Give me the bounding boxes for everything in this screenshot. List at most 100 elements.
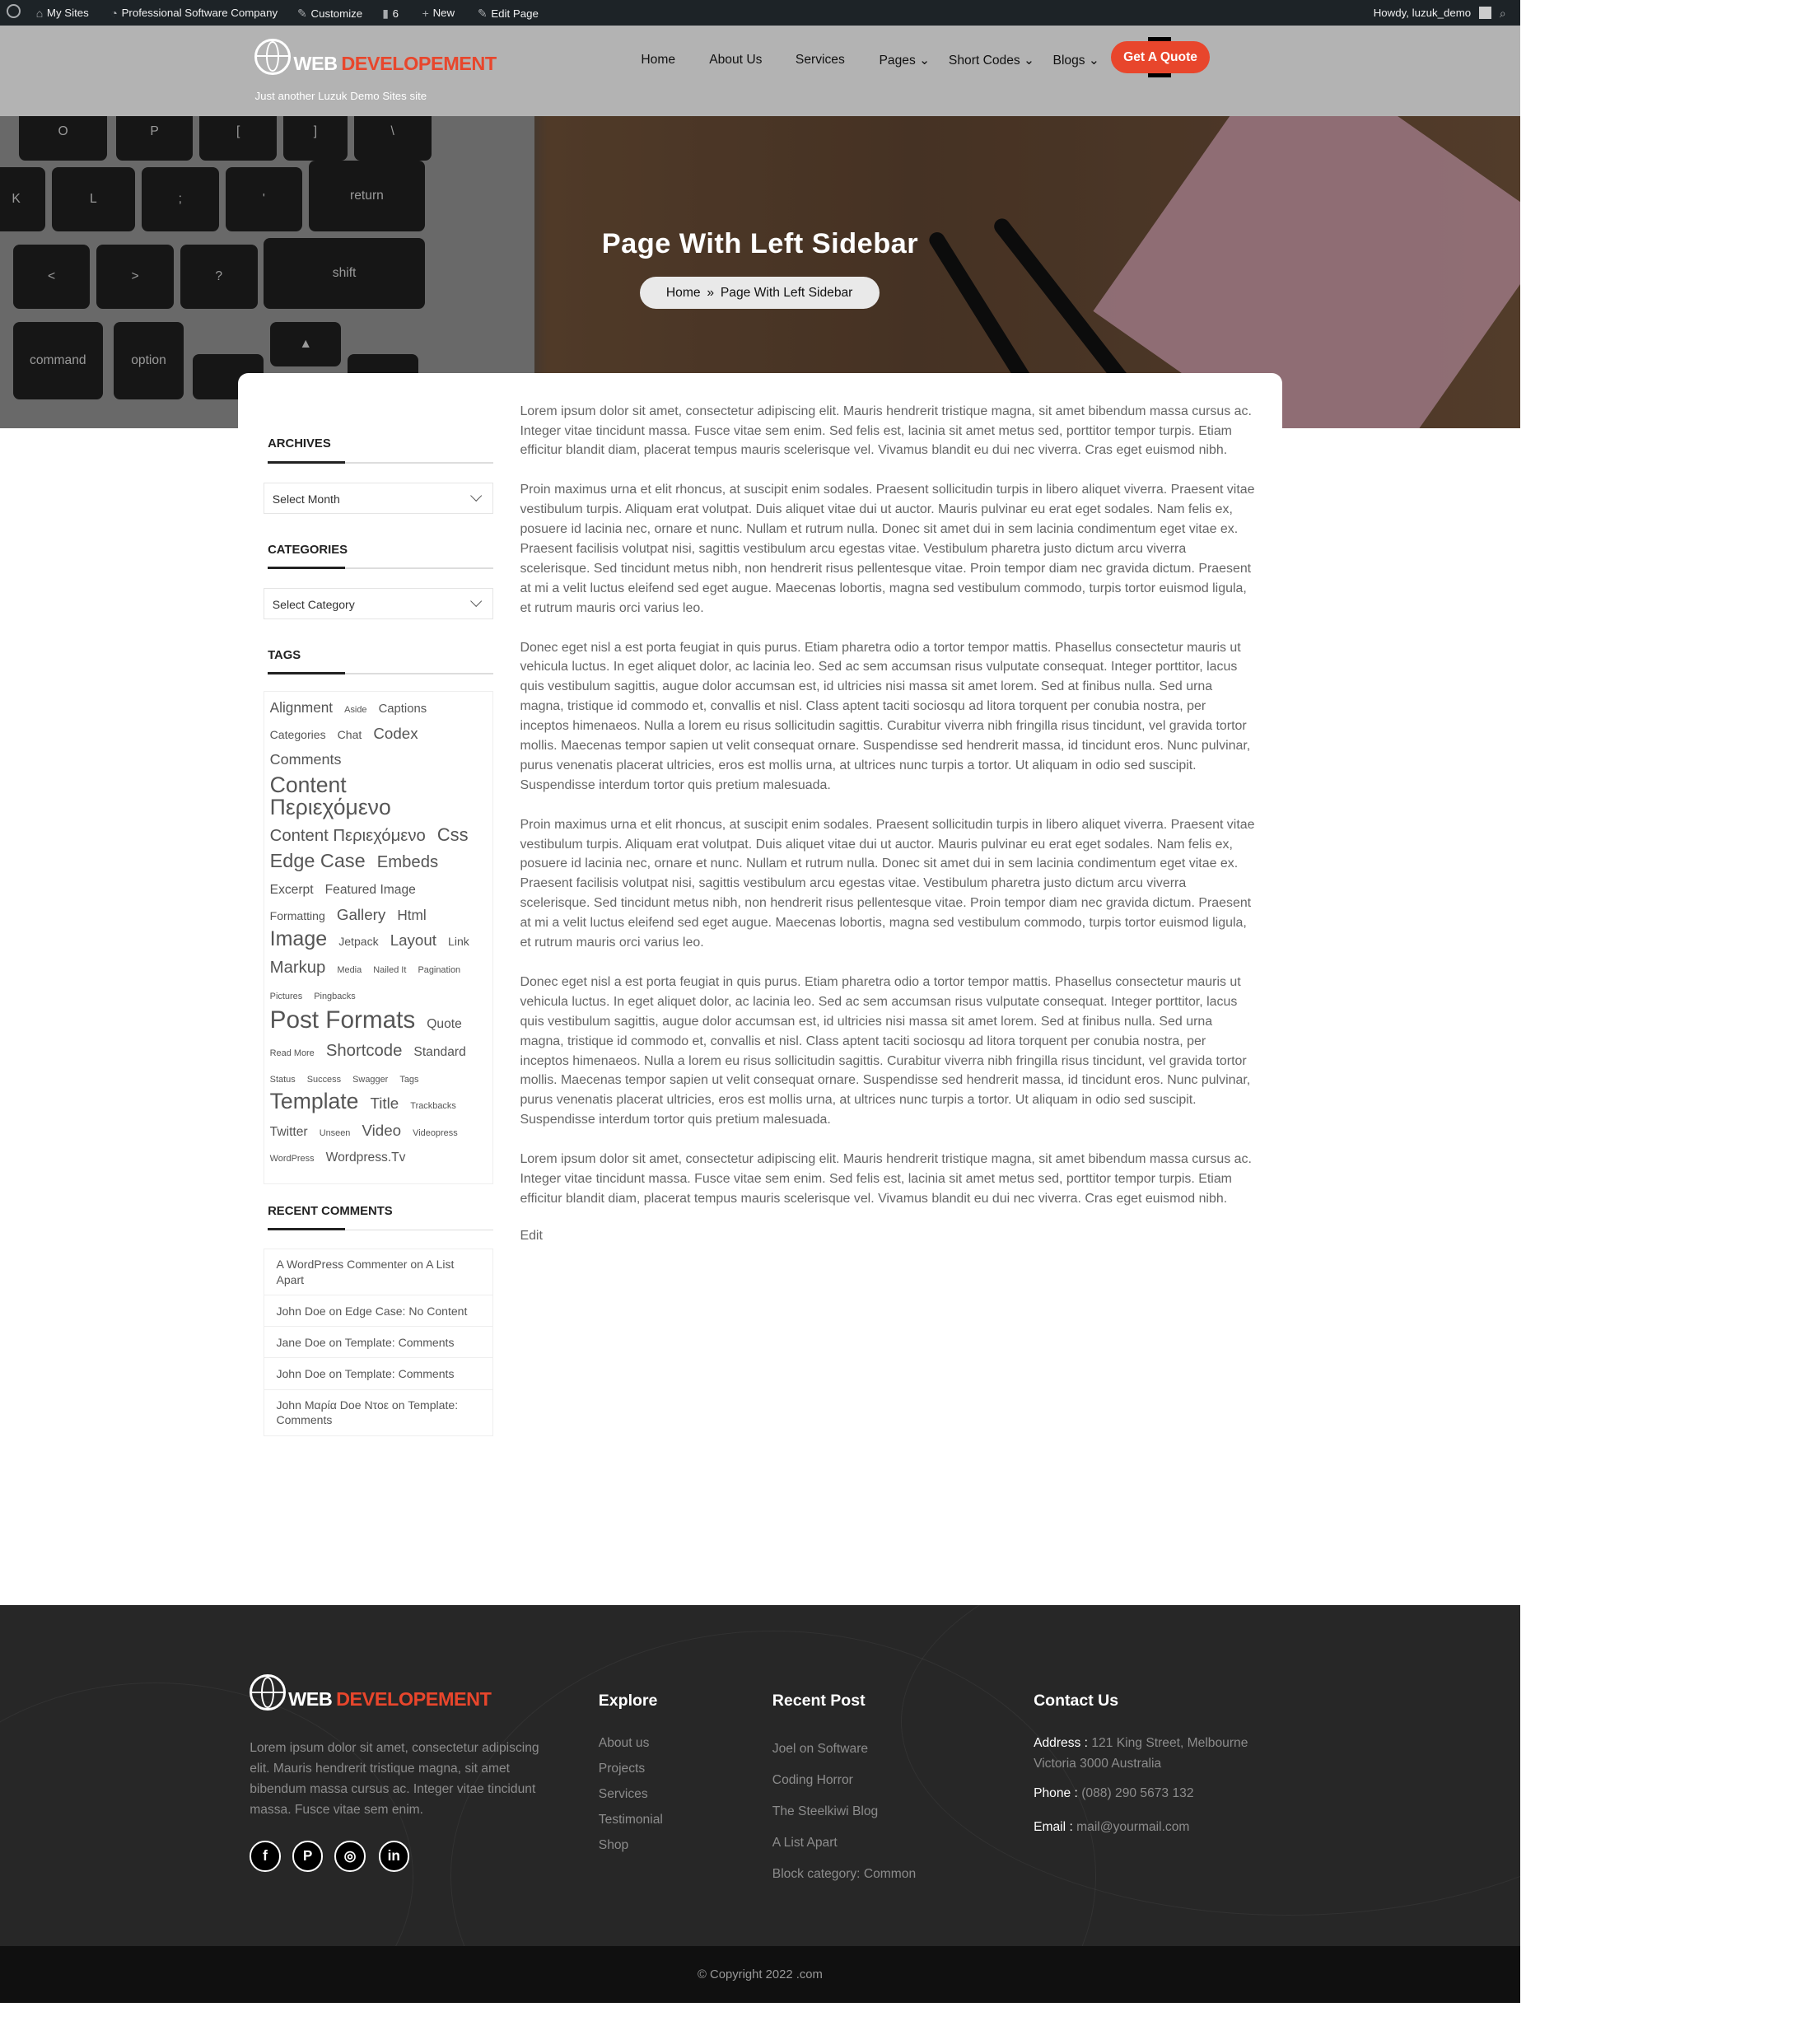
admin-new[interactable]: + New [422,7,455,20]
tag-link[interactable]: Layout [390,932,436,949]
tag-link[interactable]: Videopress [413,1128,458,1138]
tag-link[interactable]: Comments [270,752,342,768]
tag-link[interactable]: Edge Case [270,851,366,870]
tag-link[interactable]: Status [270,1075,296,1085]
tag-link[interactable]: Swagger [352,1075,388,1085]
breadcrumb: Home » Page With Left Sidebar [639,277,880,310]
tag-link[interactable]: Chat [338,729,362,740]
tag-link[interactable]: Categories [270,729,326,740]
footer-link[interactable]: Block category: Common [772,1859,916,1890]
page: ⌂ My Sites ◔ Professional Software Company… [0,0,1520,2004]
tag-link[interactable]: Shortcode [326,1042,403,1059]
list-item[interactable]: John Doe on Template: Comments [264,1358,492,1390]
breadcrumb-home[interactable]: Home [666,286,701,301]
facebook-button[interactable]: f [250,1841,281,1872]
tag-link[interactable]: Link [448,936,469,947]
tag-link[interactable]: Css [437,826,469,844]
admin-wordpress-button[interactable] [6,3,21,18]
site-logo[interactable]: WEB DEVELOPEMENT [254,38,497,75]
nav-services[interactable]: Services [796,53,845,68]
tag-link[interactable]: Video [362,1123,401,1139]
list-item[interactable]: A WordPress Commenter on A List Apart [264,1249,492,1296]
admin-account[interactable]: Howdy, luzuk_demo [1374,6,1492,20]
nav-short-codes[interactable]: Short Codes ⌄ [949,53,1034,68]
admin-search-button[interactable]: ⌕ [1500,7,1506,21]
tag-link[interactable]: Gallery [337,907,385,923]
admin-comments[interactable]: ▮ 6 [382,7,399,21]
avatar [1478,6,1492,20]
tag-link[interactable]: Excerpt [270,884,314,897]
tag-link[interactable]: Media [337,966,362,975]
tag-link[interactable]: Title [371,1096,399,1112]
admin-site-name[interactable]: ◔ Professional Software Company [110,7,278,20]
footer-link[interactable]: Projects [599,1757,663,1782]
tag-link[interactable]: Featured Image [325,884,416,897]
admin-my-sites[interactable]: ⌂ My Sites [36,7,89,20]
archives-select[interactable]: Select Month [264,483,493,514]
facebook-icon: f [263,1847,268,1865]
explore-title: Explore [598,1691,658,1710]
contact-address: Address : 121 King Street, Melbourne Vic… [1034,1735,1248,1771]
list-item[interactable]: Jane Doe on Template: Comments [264,1327,492,1359]
linkedin-button[interactable]: in [378,1841,410,1872]
admin-edit-page[interactable]: ✎ Edit Page [478,7,539,21]
chevron-down-icon [470,595,483,608]
tag-link[interactable]: Quote [427,1018,462,1031]
tag-link[interactable]: Standard [413,1045,465,1059]
tag-link[interactable]: Template [270,1090,359,1113]
paragraph: Lorem ipsum dolor sit amet, consectetur … [520,404,1252,458]
tag-link[interactable]: Unseen [320,1128,351,1138]
nav-blogs[interactable]: Blogs ⌄ [1053,53,1099,68]
tag-link[interactable]: Image [270,929,327,950]
tag-link[interactable]: Pingbacks [314,992,355,1001]
tag-link[interactable]: Jetpack [338,936,378,947]
tag-link[interactable]: Success [307,1075,341,1085]
site-tagline: Just another Luzuk Demo Sites site [254,90,427,103]
recent-post-links: Joel on Software Coding Horror The Steel… [772,1734,916,1890]
list-item[interactable]: John Μαρία Doe Ντοε on Template: Comment… [264,1390,492,1435]
tag-link[interactable]: Nailed It [373,966,406,975]
tag-link[interactable]: Html [397,908,426,922]
categories-select[interactable]: Select Category [264,588,493,619]
tag-link[interactable]: Content Περιεχόμενο [270,828,426,844]
footer-link[interactable]: The Steelkiwi Blog [772,1796,916,1827]
tag-link[interactable]: Wordpress.Tv [326,1151,406,1165]
edit-link[interactable]: Edit [520,1226,1256,1246]
paragraph: Donec eget nisl a est porta feugiat in q… [520,974,1251,1127]
admin-customize[interactable]: ✎ Customize [297,7,362,21]
nav-about-us[interactable]: About Us [709,53,762,68]
footer-link[interactable]: Shop [599,1833,663,1859]
tag-link[interactable]: Pictures [270,992,303,1001]
tag-link[interactable]: Formatting [270,910,325,922]
tag-link[interactable]: Content Περιεχόμενο [270,774,412,818]
get-a-quote-button[interactable]: Get A Quote [1110,37,1211,77]
tag-link[interactable]: Tags [399,1075,418,1085]
tag-link[interactable]: Read More [270,1048,315,1058]
tag-link[interactable]: Captions [379,702,427,716]
footer-link[interactable]: Coding Horror [772,1765,916,1796]
footer-link[interactable]: Joel on Software [772,1734,916,1765]
site-header: WEB DEVELOPEMENT Just another Luzuk Demo … [0,26,1520,116]
tag-link[interactable]: Aside [344,706,366,715]
pinterest-button[interactable]: P [292,1841,324,1872]
nav-pages[interactable]: Pages ⌄ [880,53,931,68]
tag-link[interactable]: Trackbacks [410,1102,456,1111]
nav-home[interactable]: Home [641,53,675,68]
tag-link[interactable]: Alignment [270,700,333,715]
divider [268,566,493,569]
tag-link[interactable]: Post Formats [270,1008,416,1033]
instagram-button[interactable]: ◎ [334,1841,366,1872]
instagram-icon: ◎ [343,1847,357,1865]
tag-link[interactable]: Markup [270,959,326,976]
tag-link[interactable]: Twitter [270,1126,308,1139]
tag-link[interactable]: WordPress [270,1155,315,1164]
footer-link[interactable]: Testimonial [599,1808,663,1833]
list-item[interactable]: John Doe on Edge Case: No Content [264,1295,492,1328]
footer-link[interactable]: Services [599,1782,663,1808]
footer-logo[interactable]: WEB DEVELOPEMENT [250,1674,492,1711]
footer-link[interactable]: About us [599,1731,663,1757]
tag-link[interactable]: Embeds [377,854,438,870]
footer-link[interactable]: A List Apart [772,1827,916,1859]
tag-link[interactable]: Codex [373,726,418,742]
tag-link[interactable]: Pagination [418,966,460,975]
